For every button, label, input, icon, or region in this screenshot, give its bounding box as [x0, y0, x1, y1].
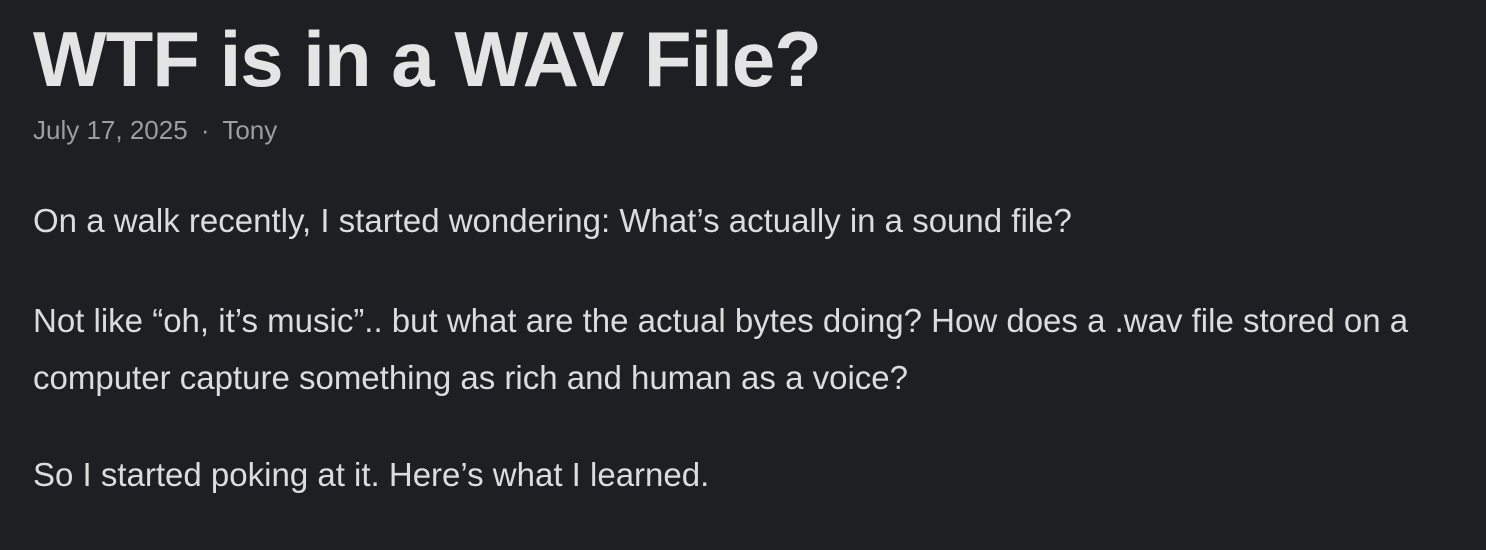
publish-date: July 17, 2025: [33, 115, 188, 145]
article-title: WTF is in a WAV File?: [33, 15, 822, 103]
meta-separator: ·: [200, 115, 210, 145]
paragraph-2: Not like “oh, it’s music”.. but what are…: [33, 302, 1409, 396]
paragraph-1: On a walk recently, I started wondering:…: [33, 202, 1072, 239]
author-name: Tony: [222, 115, 278, 145]
article-meta: July 17, 2025 · Tony: [33, 114, 277, 146]
paragraph-3: So I started poking at it. Here’s what I…: [33, 456, 710, 493]
article-page: WTF is in a WAV File? July 17, 2025 · To…: [0, 0, 1486, 550]
